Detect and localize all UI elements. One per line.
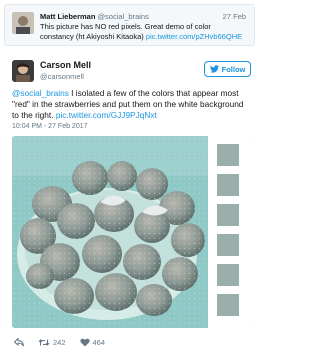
timestamp[interactable]: 10:04 PM - 27 Feb 2017 [12,123,88,130]
reply-icon [14,337,24,346]
strawberry-tart-image [12,136,251,328]
quoted-tweet[interactable]: Matt Lieberman @social_brains 27 Feb This… [4,4,255,46]
mention-link[interactable]: @social_brains [12,88,69,98]
quoted-author-name[interactable]: Matt Lieberman [40,12,95,21]
quoted-author[interactable]: Matt Lieberman @social_brains [40,12,149,21]
tweet-photo[interactable] [12,136,251,328]
retweet-count: 242 [53,337,66,347]
retweet-icon [38,338,50,346]
quoted-date[interactable]: 27 Feb [223,12,246,21]
quoted-author-handle[interactable]: @social_brains [97,12,148,21]
retweet-button[interactable]: 242 [38,338,66,347]
quoted-text: This picture has NO red pixels. Great de… [40,22,245,42]
like-button[interactable]: 464 [79,337,106,347]
heart-icon [79,338,90,346]
tweet-actions: 242 464 [14,335,119,349]
quoted-pic-link[interactable]: pic.twitter.com/pZHvb66QHE [146,32,242,41]
author-avatar[interactable] [12,60,34,82]
follow-label: Follow [221,64,246,74]
reply-button[interactable] [14,337,24,347]
twitter-bird-icon [209,65,219,73]
author-handle[interactable]: @carsonmell [40,72,84,81]
author-name[interactable]: Carson Mell [40,60,91,70]
tweet-text: @social_brains I isolated a few of the c… [12,88,252,121]
follow-button[interactable]: Follow [204,61,251,77]
quoted-author-avatar[interactable] [12,12,34,34]
pic-link[interactable]: pic.twitter.com/GJJ9PJqNxt [56,110,157,120]
like-count: 464 [92,337,106,347]
